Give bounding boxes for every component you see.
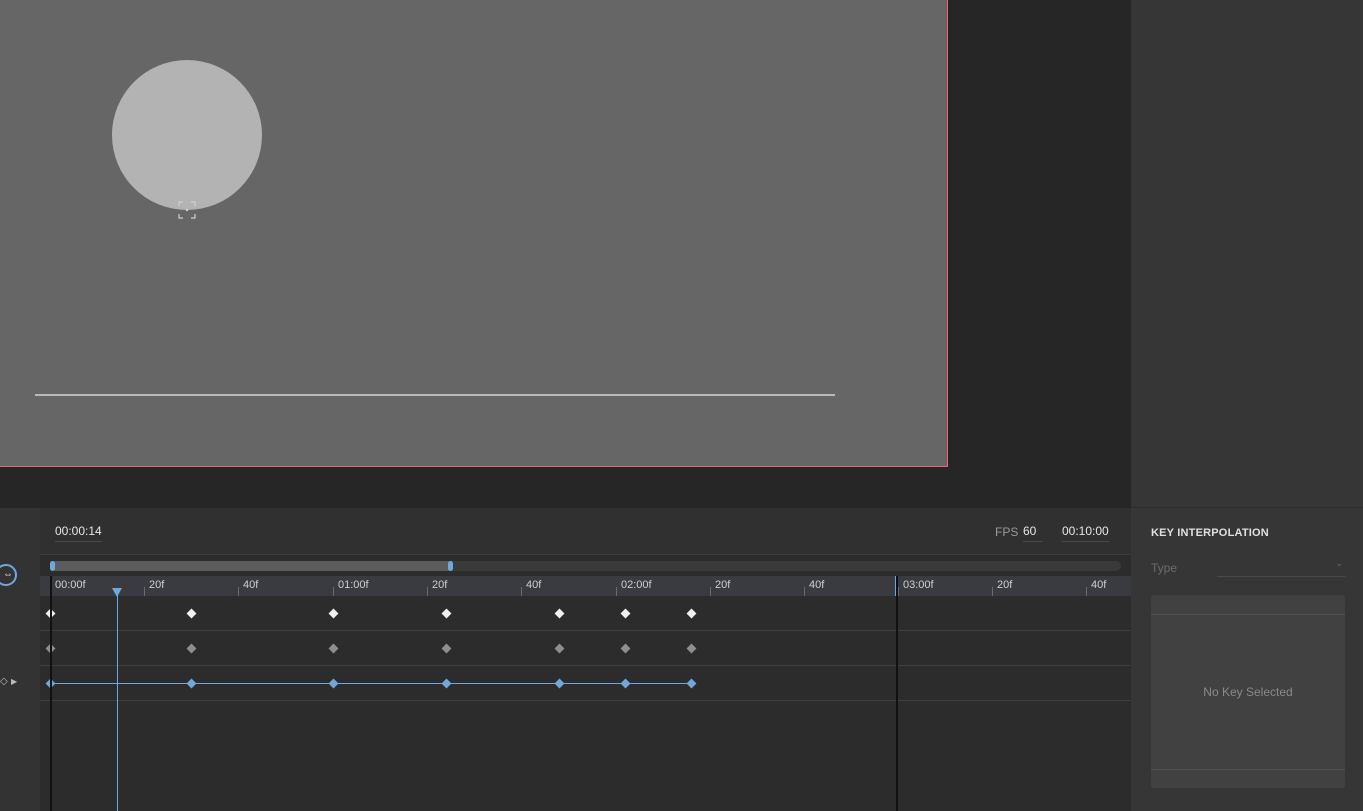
fps-label: FPS: [995, 525, 1019, 539]
keyframe-diamond-icon[interactable]: [186, 608, 197, 619]
type-label: Type: [1151, 561, 1178, 575]
timeline-toolbar: 00:00:14 FPS 60 00:10:00: [40, 508, 1131, 555]
work-area-end-line: [896, 576, 898, 811]
ruler-tick-label: 40f: [526, 579, 542, 591]
stage-area: [0, 0, 1131, 508]
track-row[interactable]: [40, 666, 1131, 701]
ruler-tick-label: 40f: [1091, 579, 1107, 591]
scrollbar-end-handle[interactable]: [448, 561, 453, 571]
ruler-tick-label: 20f: [149, 579, 165, 591]
key-preview-box: No Key Selected: [1151, 595, 1345, 788]
divider: [1151, 614, 1345, 615]
anchor-point-icon[interactable]: [178, 201, 196, 219]
ruler-tick-label: 40f: [243, 579, 259, 591]
current-time-field[interactable]: 00:00:14: [55, 524, 102, 542]
scrollbar-start-handle[interactable]: [50, 561, 55, 571]
keyframe-diamond-icon[interactable]: [328, 608, 339, 619]
divider: [1151, 769, 1345, 770]
fps-input[interactable]: 60: [1023, 524, 1043, 542]
key-interpolation-title: KEY INTERPOLATION: [1151, 527, 1269, 539]
ruler-tick-label: 40f: [809, 579, 825, 591]
keyframe-diamond-icon[interactable]: [328, 678, 339, 689]
keyframe-diamond-icon[interactable]: [686, 678, 697, 689]
keyframe-connector: [50, 683, 691, 684]
ruler-tick-label: 20f: [997, 579, 1013, 591]
panel-divider: [1131, 507, 1363, 508]
canvas[interactable]: [0, 0, 948, 467]
timeline-panel: 00:00:14 FPS 60 00:10:00 00:00f 20f 40f 01:…: [40, 508, 1131, 811]
keyframe-diamond-icon[interactable]: [554, 643, 565, 654]
keyframe-diamond-icon[interactable]: [328, 643, 339, 654]
keyframe-diamond-icon[interactable]: [554, 608, 565, 619]
keyframe-diamond-icon[interactable]: ◇: [0, 676, 8, 687]
ruler-tick-label: 20f: [715, 579, 731, 591]
no-key-message: No Key Selected: [1203, 685, 1293, 699]
type-select[interactable]: ⌄: [1217, 557, 1345, 577]
right-panel: KEY INTERPOLATION Type ⌄ No Key Selected: [1131, 0, 1363, 811]
track-row[interactable]: [40, 596, 1131, 631]
keyframe-diamond-icon[interactable]: [441, 678, 452, 689]
work-area-start-line: [50, 576, 52, 811]
track-header-strip: [0, 508, 40, 811]
keyframe-diamond-icon[interactable]: [441, 643, 452, 654]
ruler-tick-label: 03:00f: [903, 579, 934, 591]
keyframe-diamond-icon[interactable]: [441, 608, 452, 619]
scrollbar-thumb[interactable]: [50, 561, 453, 571]
circle-shape[interactable]: [112, 60, 262, 210]
time-ruler[interactable]: 00:00f 20f 40f 01:00f 20f 40f 02:00f 20f 40f 03:0…: [40, 576, 1131, 596]
track-row[interactable]: [40, 631, 1131, 666]
chevron-down-icon: ⌄: [1335, 558, 1343, 568]
keyframe-diamond-icon[interactable]: [686, 608, 697, 619]
keyframe-diamond-icon[interactable]: [686, 643, 697, 654]
keyframe-diamond-icon[interactable]: [620, 608, 631, 619]
playhead-handle[interactable]: [112, 588, 122, 597]
keyframe-diamond-icon[interactable]: [186, 678, 197, 689]
playhead-line[interactable]: [117, 588, 118, 811]
keyframe-diamond-icon[interactable]: [554, 678, 565, 689]
expand-arrow-icon[interactable]: ▶: [11, 677, 17, 686]
ruler-tick-label: 01:00f: [338, 579, 369, 591]
ruler-tick-label: 00:00f: [55, 579, 86, 591]
ruler-tick-label: 02:00f: [621, 579, 652, 591]
timeline-scrollbar[interactable]: [50, 561, 1121, 571]
keyframe-diamond-icon[interactable]: [620, 678, 631, 689]
keyframe-diamond-icon[interactable]: [186, 643, 197, 654]
keyframe-diamond-icon[interactable]: [620, 643, 631, 654]
duration-field[interactable]: 00:10:00: [1062, 524, 1109, 542]
ruler-tick-label: 20f: [432, 579, 448, 591]
ground-line[interactable]: [35, 394, 835, 396]
